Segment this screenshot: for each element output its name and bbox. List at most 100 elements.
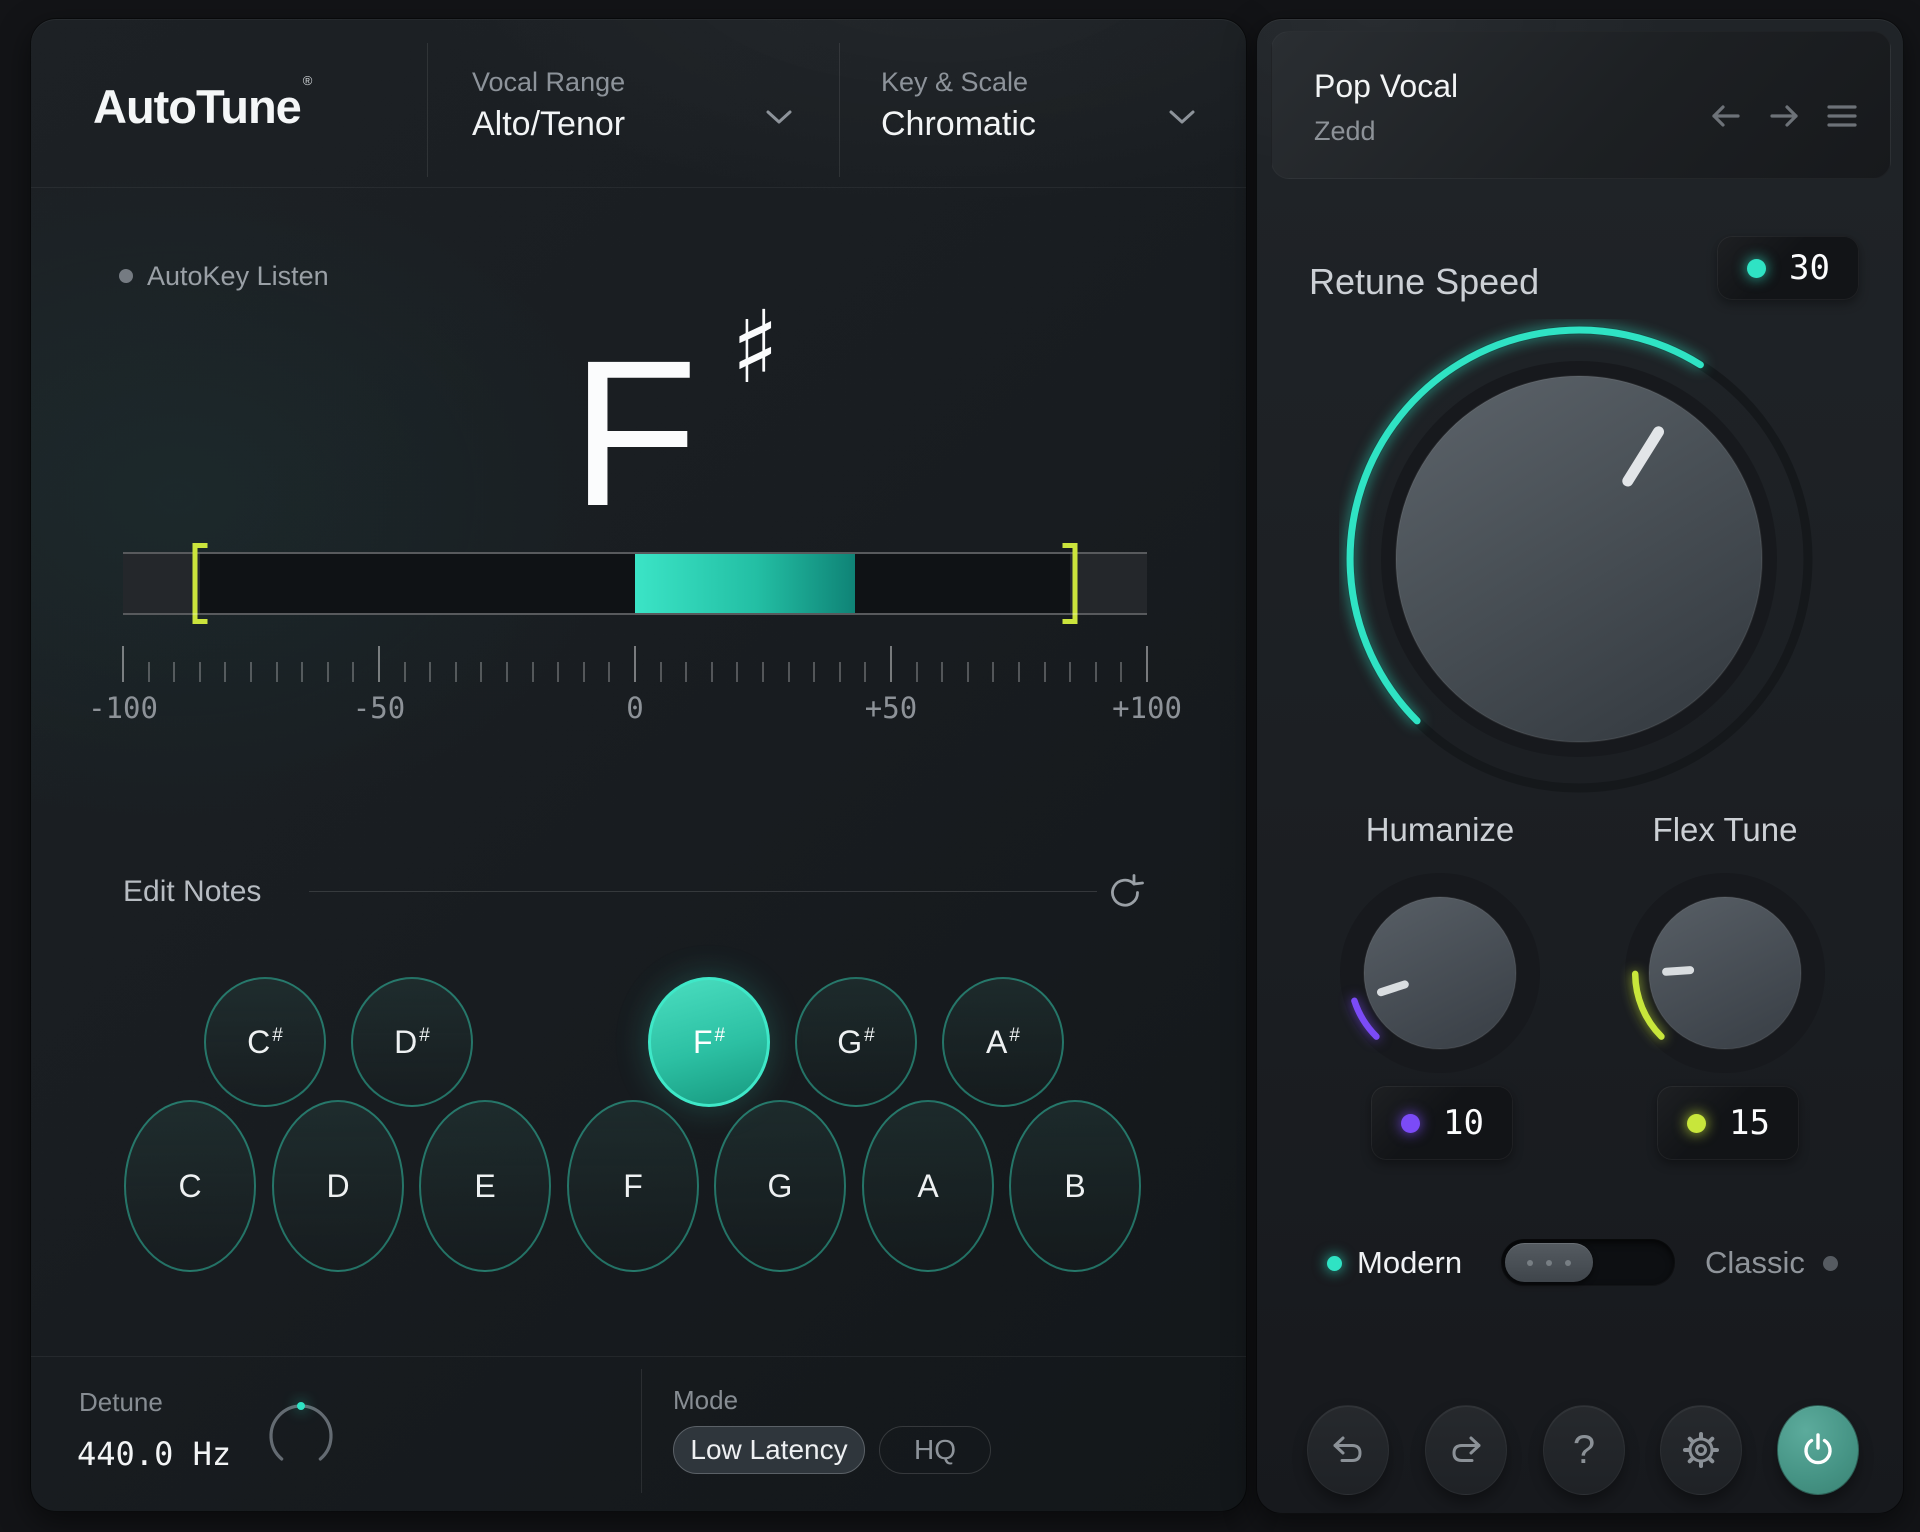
next-preset-button[interactable] — [1764, 96, 1804, 136]
note-button-a[interactable]: A — [862, 1100, 994, 1272]
meter-tick — [455, 662, 457, 682]
meter-tick-label: +50 — [865, 691, 917, 725]
meter-tick — [967, 662, 969, 682]
meter-tick — [685, 662, 687, 682]
meter-tick — [378, 646, 380, 682]
meter-tick-label: 0 — [626, 691, 643, 725]
detune-knob[interactable] — [256, 1391, 346, 1481]
meter-tick — [736, 662, 738, 682]
note-button-b[interactable]: B — [1009, 1100, 1141, 1272]
meter-tick — [992, 662, 994, 682]
preset-menu-icon[interactable] — [1822, 96, 1862, 136]
meter-tick — [941, 662, 943, 682]
previous-preset-button[interactable] — [1706, 96, 1746, 136]
flex-tune-label: Flex Tune — [1605, 811, 1845, 849]
toggle-handle[interactable] — [1505, 1243, 1593, 1282]
vocal-range-value: Alto/Tenor — [472, 105, 625, 144]
classic-option[interactable]: Classic — [1705, 1245, 1805, 1281]
meter-tick — [634, 646, 636, 682]
knob-indicator — [1666, 970, 1690, 972]
meter-tick-labels: -100-500+50+100 — [123, 691, 1147, 723]
note-button-a-sharp[interactable]: A# — [942, 977, 1064, 1107]
note-button-d-sharp[interactable]: D# — [351, 977, 473, 1107]
meter-tick — [813, 662, 815, 682]
mode-low-latency-button[interactable]: Low Latency — [673, 1426, 865, 1474]
meter-tick — [122, 646, 124, 682]
meter-tick — [224, 662, 226, 682]
pitch-correction-meter — [123, 552, 1147, 615]
modern-classic-toggle[interactable] — [1501, 1239, 1675, 1286]
meter-tick — [532, 662, 534, 682]
registered-mark: ® — [303, 73, 312, 88]
note-button-e[interactable]: E — [419, 1100, 551, 1272]
topbar-separator — [31, 187, 1246, 188]
modern-option[interactable]: Modern — [1357, 1245, 1462, 1281]
meter-fill — [635, 554, 855, 613]
current-note-display: F ♯ — [571, 319, 851, 579]
key-scale-dropdown[interactable]: Key & Scale Chromatic — [881, 59, 1241, 169]
retune-speed-knob[interactable] — [1339, 319, 1819, 799]
note-letter: F — [571, 319, 694, 549]
meter-tick — [199, 662, 201, 682]
autokey-status-dot — [119, 269, 133, 283]
mode-label: Mode — [673, 1385, 738, 1416]
autotune-logo: AutoTune® — [93, 73, 311, 134]
meter-high-bracket[interactable] — [1063, 543, 1078, 624]
meter-tick — [148, 662, 150, 682]
autokey-listen-button[interactable]: AutoKey Listen — [119, 259, 329, 293]
note-button-f-sharp[interactable]: F# — [648, 977, 770, 1107]
retune-speed-value-box[interactable]: 30 — [1717, 236, 1859, 300]
mode-hq-button[interactable]: HQ — [879, 1426, 991, 1474]
humanize-knob[interactable] — [1335, 868, 1545, 1078]
key-scale-value: Chromatic — [881, 105, 1036, 144]
flex-tune-knob[interactable] — [1620, 868, 1830, 1078]
edit-notes-divider — [309, 891, 1097, 892]
humanize-value-box[interactable]: 10 — [1371, 1086, 1513, 1160]
flex-tune-value: 15 — [1706, 1103, 1799, 1143]
meter-tick — [250, 662, 252, 682]
meter-tick — [788, 662, 790, 682]
note-button-d[interactable]: D — [272, 1100, 404, 1272]
redo-button[interactable] — [1425, 1405, 1507, 1495]
preset-browser: Pop Vocal Zedd — [1271, 31, 1891, 179]
meter-tick — [404, 662, 406, 682]
meter-tick — [762, 662, 764, 682]
note-button-c[interactable]: C — [124, 1100, 256, 1272]
vocal-range-dropdown[interactable]: Vocal Range Alto/Tenor — [472, 59, 842, 169]
footer-separator — [31, 1356, 1246, 1357]
edit-notes-heading: Edit Notes — [123, 875, 261, 909]
preset-name[interactable]: Pop Vocal — [1314, 68, 1458, 105]
meter-tick-label: -100 — [88, 691, 158, 725]
teal-indicator-dot — [1747, 259, 1766, 278]
reset-notes-button[interactable] — [1103, 869, 1147, 913]
question-mark-icon: ? — [1573, 1428, 1595, 1473]
humanize-value: 10 — [1420, 1103, 1513, 1143]
key-scale-label: Key & Scale — [881, 67, 1028, 98]
note-button-g[interactable]: G — [714, 1100, 846, 1272]
flex-tune-value-box[interactable]: 15 — [1657, 1086, 1799, 1160]
meter-tick — [1069, 662, 1071, 682]
meter-low-bracket[interactable] — [192, 543, 207, 624]
detune-value[interactable]: 440.0 Hz — [77, 1435, 231, 1473]
power-button[interactable] — [1777, 1405, 1859, 1495]
meter-tick — [1044, 662, 1046, 682]
vocal-range-label: Vocal Range — [472, 67, 625, 98]
preset-author: Zedd — [1314, 116, 1376, 147]
header-divider — [427, 43, 428, 177]
note-button-g-sharp[interactable]: G# — [795, 977, 917, 1107]
note-button-c-sharp[interactable]: C# — [204, 977, 326, 1107]
settings-button[interactable] — [1660, 1405, 1742, 1495]
meter-tick-scale — [123, 646, 1147, 682]
retune-speed-label: Retune Speed — [1309, 261, 1539, 303]
meter-tick — [301, 662, 303, 682]
meter-tick — [276, 662, 278, 682]
chevron-down-icon — [764, 107, 794, 127]
undo-button[interactable] — [1307, 1405, 1389, 1495]
meter-tick — [839, 662, 841, 682]
meter-tick — [916, 662, 918, 682]
note-button-f[interactable]: F — [567, 1100, 699, 1272]
purple-indicator-dot — [1401, 1114, 1420, 1133]
chevron-down-icon — [1167, 107, 1197, 127]
help-button[interactable]: ? — [1543, 1405, 1625, 1495]
humanize-label: Humanize — [1320, 811, 1560, 849]
